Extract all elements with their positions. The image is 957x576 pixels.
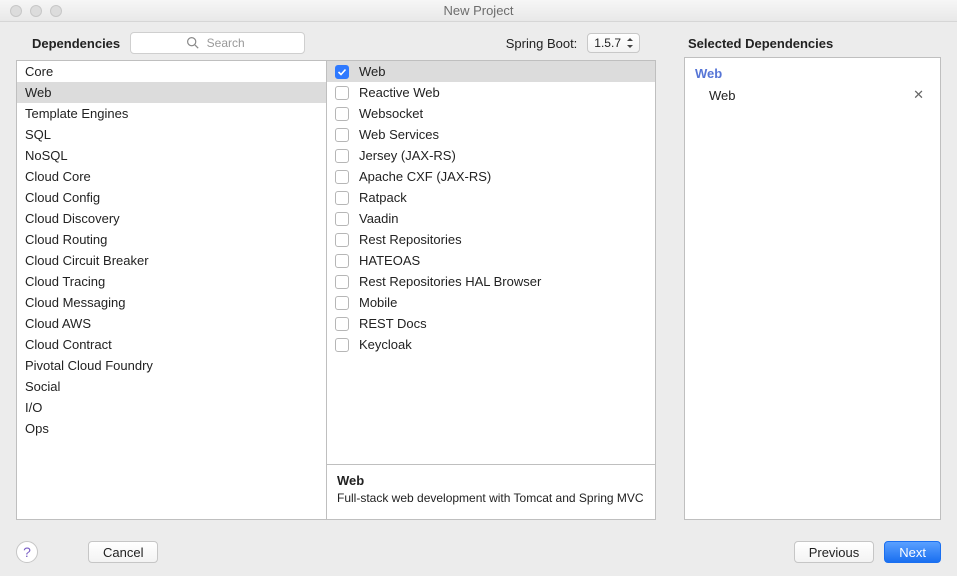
selected-dependencies-panel: Web Web ✕ (684, 57, 941, 520)
dependency-checkbox[interactable] (335, 191, 349, 205)
category-item[interactable]: I/O (17, 397, 326, 418)
dependency-item[interactable]: Mobile (327, 292, 655, 313)
category-item[interactable]: NoSQL (17, 145, 326, 166)
spring-boot-version-select[interactable]: 1.5.7 (587, 33, 640, 53)
dependency-label: REST Docs (359, 316, 427, 331)
remove-dependency-icon[interactable]: ✕ (909, 87, 928, 103)
dialog-footer: ? Cancel Previous Next (0, 528, 957, 576)
category-item[interactable]: SQL (17, 124, 326, 145)
dependency-description-text: Full-stack web development with Tomcat a… (337, 491, 645, 505)
selected-dependencies-label: Selected Dependencies (684, 22, 941, 57)
dependency-checkbox[interactable] (335, 86, 349, 100)
dependency-checkbox[interactable] (335, 338, 349, 352)
selected-dependency-label: Web (709, 88, 736, 103)
dependency-checkbox[interactable] (335, 275, 349, 289)
dependency-label: Web (359, 64, 386, 79)
spring-boot-label: Spring Boot: (506, 36, 578, 51)
selected-dependency-item[interactable]: Web ✕ (695, 85, 930, 105)
dependency-checkbox[interactable] (335, 65, 349, 79)
category-item[interactable]: Cloud Tracing (17, 271, 326, 292)
category-item[interactable]: Social (17, 376, 326, 397)
dependency-item[interactable]: Apache CXF (JAX-RS) (327, 166, 655, 187)
dependency-item[interactable]: Rest Repositories HAL Browser (327, 271, 655, 292)
selected-group-title: Web (695, 64, 930, 85)
dependency-checkbox[interactable] (335, 212, 349, 226)
dependency-item[interactable]: Reactive Web (327, 82, 655, 103)
category-item[interactable]: Web (17, 82, 326, 103)
dependency-label: Mobile (359, 295, 397, 310)
help-button[interactable]: ? (16, 541, 38, 563)
dependency-checkbox[interactable] (335, 233, 349, 247)
dependencies-label: Dependencies (32, 36, 120, 51)
category-item[interactable]: Cloud Routing (17, 229, 326, 250)
dependency-label: Jersey (JAX-RS) (359, 148, 456, 163)
dependency-item[interactable]: HATEOAS (327, 250, 655, 271)
dependency-item[interactable]: Ratpack (327, 187, 655, 208)
dependency-checkbox[interactable] (335, 149, 349, 163)
dependency-item[interactable]: Web Services (327, 124, 655, 145)
dependency-item[interactable]: Rest Repositories (327, 229, 655, 250)
dependency-item[interactable]: Vaadin (327, 208, 655, 229)
category-item[interactable]: Cloud AWS (17, 313, 326, 334)
dependency-label: Apache CXF (JAX-RS) (359, 169, 491, 184)
dependency-item[interactable]: REST Docs (327, 313, 655, 334)
dependency-checkbox[interactable] (335, 296, 349, 310)
dependency-label: Websocket (359, 106, 423, 121)
dependency-checkbox[interactable] (335, 317, 349, 331)
dependency-label: Ratpack (359, 190, 407, 205)
dependency-label: HATEOAS (359, 253, 420, 268)
category-item[interactable]: Template Engines (17, 103, 326, 124)
dependency-label: Reactive Web (359, 85, 440, 100)
dependency-label: Rest Repositories HAL Browser (359, 274, 541, 289)
help-icon: ? (23, 544, 31, 560)
category-item[interactable]: Cloud Messaging (17, 292, 326, 313)
dependency-checkbox[interactable] (335, 107, 349, 121)
new-project-dialog: New Project Dependencies Spring Boot: 1.… (0, 0, 957, 576)
cancel-button[interactable]: Cancel (88, 541, 158, 563)
dependency-checkbox[interactable] (335, 128, 349, 142)
next-button[interactable]: Next (884, 541, 941, 563)
category-item[interactable]: Pivotal Cloud Foundry (17, 355, 326, 376)
category-item[interactable]: Cloud Contract (17, 334, 326, 355)
dependency-description-title: Web (337, 473, 645, 488)
dependency-label: Web Services (359, 127, 439, 142)
dependency-label: Vaadin (359, 211, 399, 226)
category-list[interactable]: CoreWebTemplate EnginesSQLNoSQLCloud Cor… (17, 61, 327, 519)
category-item[interactable]: Cloud Config (17, 187, 326, 208)
titlebar: New Project (0, 0, 957, 22)
dependency-item[interactable]: Keycloak (327, 334, 655, 355)
dependency-description: Web Full-stack web development with Tomc… (327, 464, 655, 519)
window-title: New Project (0, 3, 957, 18)
dependency-checkbox[interactable] (335, 170, 349, 184)
category-item[interactable]: Ops (17, 418, 326, 439)
search-input[interactable] (130, 32, 305, 54)
dependency-item[interactable]: Web (327, 61, 655, 82)
dependency-label: Rest Repositories (359, 232, 462, 247)
dependency-checkbox[interactable] (335, 254, 349, 268)
dependency-list[interactable]: Web Reactive Web Websocket Web Services Jers… (327, 61, 655, 464)
category-item[interactable]: Core (17, 61, 326, 82)
dependency-item[interactable]: Websocket (327, 103, 655, 124)
dependency-label: Keycloak (359, 337, 412, 352)
previous-button[interactable]: Previous (794, 541, 875, 563)
category-item[interactable]: Cloud Discovery (17, 208, 326, 229)
category-item[interactable]: Cloud Circuit Breaker (17, 250, 326, 271)
dependency-item[interactable]: Jersey (JAX-RS) (327, 145, 655, 166)
category-item[interactable]: Cloud Core (17, 166, 326, 187)
spring-boot-version-value: 1.5.7 (594, 36, 621, 50)
